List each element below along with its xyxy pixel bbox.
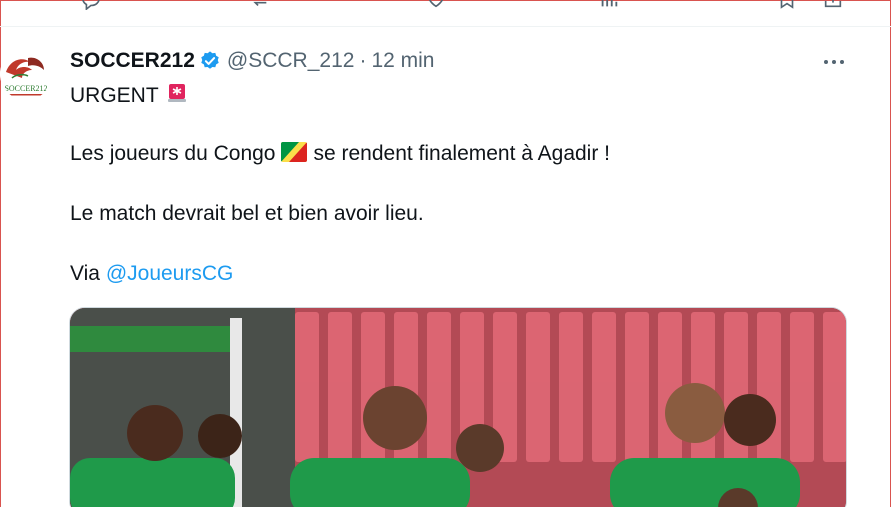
previous-tweet-actions bbox=[0, 0, 891, 10]
via-text: Via bbox=[70, 262, 100, 285]
line2-start: Les joueurs du Congo bbox=[70, 142, 276, 165]
soccer212-logo: SOCCER212 bbox=[0, 48, 52, 100]
tweet-line-1: URGENT bbox=[70, 81, 189, 109]
siren-icon bbox=[167, 84, 186, 102]
tweet-line-4: Via @JoueursCG bbox=[70, 261, 233, 287]
separator: · bbox=[359, 49, 367, 72]
tweet-line-3: Le match devrait bel et bien avoir lieu. bbox=[70, 202, 424, 225]
avatar-logo-text: SOCCER212 bbox=[4, 84, 47, 93]
tweet-line-2: Les joueurs du Congo se rendent finaleme… bbox=[70, 141, 610, 167]
urgent-text: URGENT bbox=[70, 84, 159, 107]
handle[interactable]: @SCCR_212 bbox=[227, 49, 355, 73]
reply-icon[interactable] bbox=[80, 0, 102, 10]
like-icon[interactable] bbox=[425, 0, 447, 10]
verified-icon bbox=[201, 51, 219, 69]
views-icon[interactable] bbox=[598, 0, 620, 10]
tweet-header: SOCCER212 @SCCR_212 · 12 min bbox=[70, 47, 434, 75]
timestamp[interactable]: 12 min bbox=[371, 49, 434, 73]
display-name[interactable]: SOCCER212 bbox=[70, 49, 195, 73]
bookmark-icon[interactable] bbox=[776, 0, 798, 10]
retweet-icon[interactable] bbox=[248, 0, 270, 10]
more-icon[interactable] bbox=[820, 52, 848, 72]
share-icon[interactable] bbox=[822, 0, 844, 10]
avatar[interactable]: SOCCER212 bbox=[0, 48, 52, 100]
mention-link[interactable]: @JoueursCG bbox=[106, 262, 234, 285]
players-photo bbox=[70, 308, 846, 507]
congo-flag-icon bbox=[281, 142, 308, 162]
line2-end: se rendent finalement à Agadir ! bbox=[313, 142, 611, 165]
tweet-divider bbox=[0, 26, 891, 27]
tweet-photo[interactable] bbox=[69, 307, 847, 507]
